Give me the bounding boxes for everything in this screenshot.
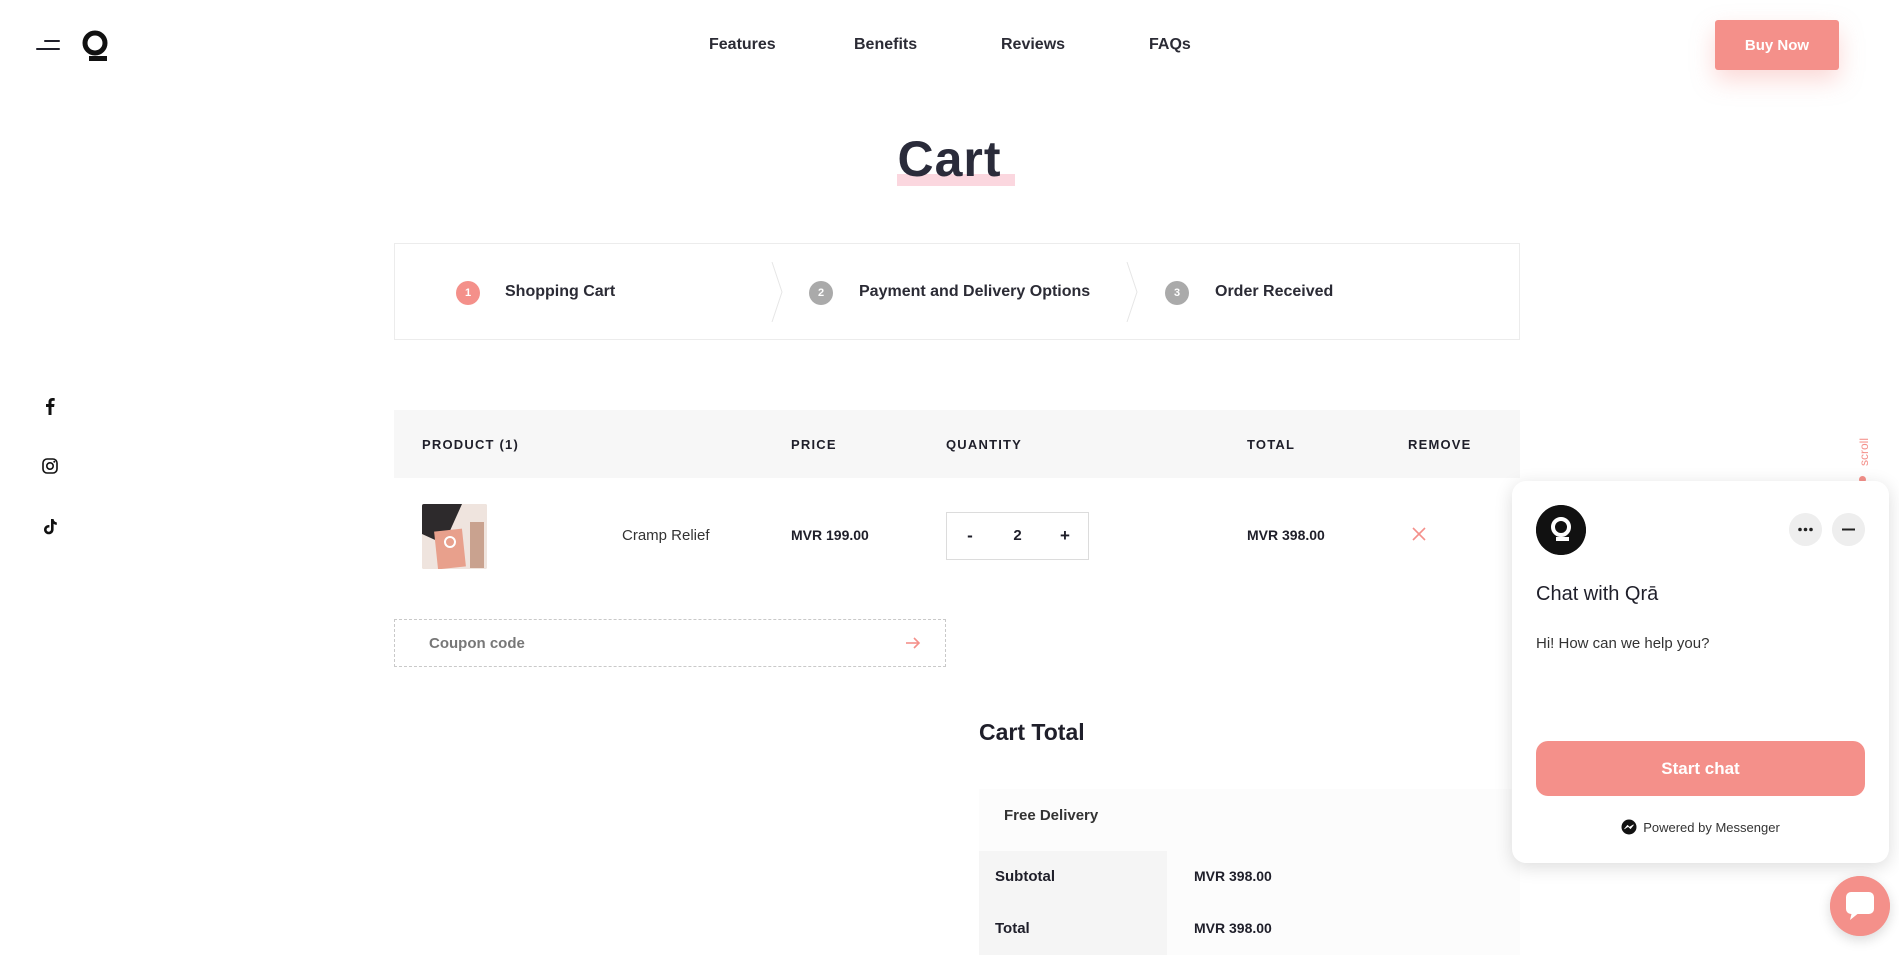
main-nav: Features Benefits Reviews FAQs [0, 36, 1899, 58]
total-cell: Total [979, 903, 1167, 955]
cart-total-box: Free Delivery Subtotal MVR 398.00 Total … [979, 789, 1520, 955]
nav-features[interactable]: Features [709, 36, 776, 54]
buy-now-button[interactable]: Buy Now [1715, 20, 1839, 70]
step-label: Payment and Delivery Options [859, 283, 1091, 300]
coupon-box [394, 619, 946, 667]
product-name[interactable]: Cramp Relief [622, 527, 710, 544]
chat-powered-text: Powered by Messenger [1643, 820, 1780, 835]
step-label: Order Received [1215, 283, 1334, 300]
quantity-input[interactable]: 2 [993, 513, 1042, 559]
messenger-icon [1621, 819, 1637, 835]
col-total: TOTAL [1247, 437, 1296, 452]
total-label: Total [995, 920, 1030, 937]
subtotal-cell: Subtotal [979, 851, 1167, 903]
nav-faqs[interactable]: FAQs [1149, 36, 1191, 54]
col-remove: REMOVE [1408, 437, 1472, 452]
col-price: PRICE [791, 437, 837, 452]
step-number: 1 [456, 281, 480, 305]
chat-message: Hi! How can we help you? [1536, 635, 1710, 652]
instagram-icon[interactable] [40, 456, 60, 476]
step-label: Shopping Cart [505, 283, 616, 300]
product-price: MVR 199.00 [791, 527, 869, 543]
chat-minimize-icon[interactable] [1832, 513, 1865, 546]
delivery-option: Free Delivery [1004, 807, 1099, 824]
cart-table-header: PRODUCT (1) PRICE QUANTITY TOTAL REMOVE [394, 410, 1520, 478]
col-product: PRODUCT (1) [422, 437, 519, 452]
table-row: Cramp Relief MVR 199.00 - 2 + MVR 398.00 [394, 478, 1520, 594]
chat-bubble-icon[interactable] [1830, 876, 1890, 936]
product-total: MVR 398.00 [1247, 527, 1325, 543]
chat-avatar-icon [1536, 505, 1586, 555]
chat-powered-by: Powered by Messenger [1512, 819, 1889, 835]
quantity-stepper: - 2 + [946, 512, 1089, 560]
step-payment-delivery[interactable]: 2 Payment and Delivery Options [773, 244, 1128, 339]
subtotal-row: Subtotal MVR 398.00 [979, 851, 1520, 903]
page-title-wrap: Cart [0, 130, 1899, 188]
step-number: 3 [1165, 281, 1189, 305]
step-number: 2 [809, 281, 833, 305]
quantity-increase-button[interactable]: + [1042, 513, 1088, 559]
chat-title: Chat with Qrā [1536, 583, 1659, 605]
step-shopping-cart[interactable]: 1 Shopping Cart [395, 244, 773, 339]
col-quantity: QUANTITY [946, 437, 1023, 452]
nav-benefits[interactable]: Benefits [854, 36, 917, 54]
scroll-label: scroll [1857, 437, 1871, 466]
total-value: MVR 398.00 [1194, 920, 1272, 936]
nav-reviews[interactable]: Reviews [1001, 36, 1065, 54]
chat-widget: Chat with Qrā Hi! How can we help you? S… [1512, 481, 1889, 863]
tiktok-icon[interactable] [40, 517, 60, 537]
page-title: Cart [897, 131, 1002, 187]
cart-total-title: Cart Total [979, 719, 1085, 745]
subtotal-value: MVR 398.00 [1194, 868, 1272, 884]
start-chat-button[interactable]: Start chat [1536, 741, 1865, 796]
subtotal-label: Subtotal [995, 868, 1055, 885]
step-order-received[interactable]: 3 Order Received [1128, 244, 1520, 339]
chat-more-options-icon[interactable] [1789, 513, 1822, 546]
coupon-input[interactable] [429, 620, 869, 666]
quantity-decrease-button[interactable]: - [947, 513, 993, 559]
arrow-right-icon[interactable] [903, 633, 923, 653]
facebook-icon[interactable] [40, 396, 60, 416]
checkout-steps: 1 Shopping Cart 2 Payment and Delivery O… [394, 243, 1520, 340]
remove-item-icon[interactable] [1408, 523, 1430, 545]
total-row: Total MVR 398.00 [979, 903, 1520, 955]
product-thumbnail[interactable] [422, 504, 487, 569]
